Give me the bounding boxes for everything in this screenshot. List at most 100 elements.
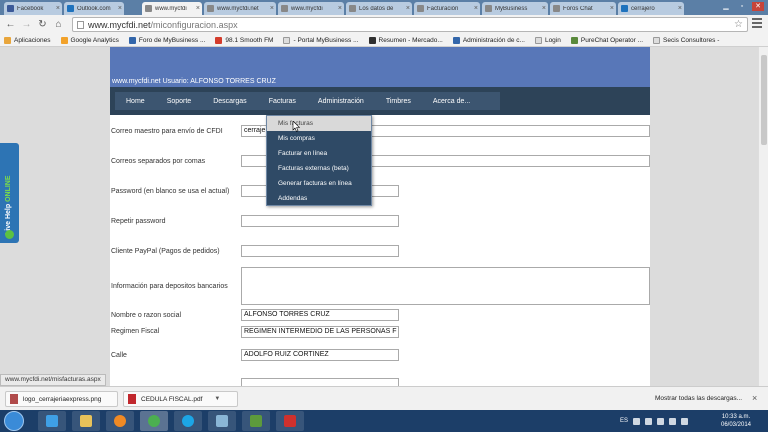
- volume-icon[interactable]: [681, 417, 689, 425]
- menu-facturar-en-linea[interactable]: Facturar en línea: [267, 146, 371, 161]
- browser-tab[interactable]: Facebook ×: [4, 2, 62, 15]
- site-header: www.mycfdi.net Usuario: ALFONSO TORRES C…: [110, 47, 650, 87]
- browser-tab[interactable]: www.mycfdi.net ×: [204, 2, 276, 15]
- menu-mis-facturas[interactable]: Mis facturas: [267, 116, 371, 131]
- close-downloads-icon[interactable]: ×: [752, 393, 757, 403]
- bookmark-item[interactable]: Foro de MyBusiness ...: [128, 36, 205, 44]
- browser-tab[interactable]: Los datos de ×: [346, 2, 412, 15]
- nav-soporte[interactable]: Soporte: [156, 98, 203, 105]
- taskbar-app[interactable]: [276, 411, 304, 431]
- calle-field[interactable]: ADOLFO RUIZ CORTINEZ: [241, 349, 399, 361]
- tab-close-icon[interactable]: ×: [194, 5, 202, 12]
- tab-title: www.mycfdi: [291, 5, 323, 12]
- tray-icon[interactable]: [633, 417, 641, 425]
- scroll-thumb[interactable]: [761, 55, 767, 145]
- menu-facturas-externas[interactable]: Facturas externas (beta): [267, 161, 371, 176]
- nav-timbres[interactable]: Timbres: [375, 98, 422, 105]
- bookmark-item[interactable]: Login: [534, 36, 561, 44]
- tab-close-icon[interactable]: ×: [608, 5, 616, 12]
- taskbar-app[interactable]: [38, 411, 66, 431]
- menu-generar-facturas[interactable]: Generar facturas en línea: [267, 176, 371, 191]
- browser-tab-active[interactable]: www.mycfdi ×: [142, 2, 202, 15]
- bookmark-item[interactable]: Google Analytics: [60, 36, 119, 44]
- home-icon[interactable]: ⌂: [52, 18, 65, 31]
- browser-tab[interactable]: Facturación ×: [414, 2, 480, 15]
- tab-close-icon[interactable]: ×: [676, 5, 684, 12]
- close-window-icon[interactable]: ✕: [752, 2, 764, 11]
- nav-administracion[interactable]: Administración: [307, 98, 375, 105]
- forward-icon[interactable]: →: [20, 18, 33, 31]
- analytics-icon: [60, 36, 68, 44]
- tab-close-icon[interactable]: ×: [268, 5, 276, 12]
- bookmark-item[interactable]: Aplicaciones: [4, 36, 51, 44]
- site-nav: Home Soporte Descargas Facturas Administ…: [110, 87, 650, 115]
- live-help-badge[interactable]: Live Help ONLINE: [0, 143, 19, 243]
- browser-toolbar: ← → ↻ ⌂ www.mycfdi.net/miconfiguracion.a…: [0, 15, 768, 34]
- tab-favicon: [7, 5, 14, 12]
- tab-close-icon[interactable]: ×: [472, 5, 480, 12]
- browser-tab[interactable]: www.mycfdi ×: [278, 2, 344, 15]
- menu-icon[interactable]: [752, 18, 762, 28]
- downloads-bar: logo_cerrajeriaexpress.png CEDULA FISCAL…: [0, 386, 768, 410]
- nav-home[interactable]: Home: [115, 98, 156, 105]
- flag-icon[interactable]: [657, 417, 665, 425]
- deposito-textarea[interactable]: [241, 267, 650, 305]
- tab-favicon: [349, 5, 356, 12]
- bookmark-item[interactable]: - Portal MyBusiness ...: [283, 36, 359, 44]
- tab-title: Foros Chat: [563, 5, 593, 12]
- start-button[interactable]: [4, 411, 24, 431]
- taskbar-app[interactable]: [242, 411, 270, 431]
- tab-close-icon[interactable]: ×: [54, 5, 62, 12]
- bookmark-star-icon[interactable]: ☆: [734, 19, 743, 30]
- chevron-down-icon[interactable]: ▼: [214, 396, 220, 402]
- minimize-icon[interactable]: ▁: [720, 2, 732, 11]
- tab-title: Outlook.com: [77, 5, 111, 12]
- maximize-icon[interactable]: ▫: [736, 2, 748, 11]
- browser-tab[interactable]: MyBusiness ×: [482, 2, 548, 15]
- download-item[interactable]: CEDULA FISCAL.pdf ▼: [123, 391, 238, 407]
- nav-facturas[interactable]: Facturas: [258, 98, 307, 105]
- bookmark-item[interactable]: Secis Consultores -: [653, 36, 719, 44]
- menu-mis-compras[interactable]: Mis compras: [267, 131, 371, 146]
- clock-time: 10:33 a.m.: [721, 414, 751, 420]
- next-field[interactable]: [241, 378, 399, 386]
- tab-favicon: [281, 5, 288, 12]
- repetir-password-field[interactable]: [241, 215, 399, 227]
- paypal-field[interactable]: [241, 245, 399, 257]
- reload-icon[interactable]: ↻: [36, 18, 49, 31]
- taskbar-app[interactable]: [174, 411, 202, 431]
- browser-tab[interactable]: cerrajero ×: [618, 2, 684, 15]
- page-scrollbar[interactable]: [758, 47, 768, 386]
- clock[interactable]: 10:33 a.m. 06/03/2014: [716, 413, 756, 429]
- language-indicator[interactable]: ES: [620, 418, 628, 424]
- taskbar-app[interactable]: [72, 411, 100, 431]
- bookmark-item[interactable]: PureChat Operator ...: [570, 36, 643, 44]
- regimen-fiscal-field[interactable]: REGIMEN INTERMEDIO DE LAS PERSONAS F: [241, 326, 399, 338]
- tab-close-icon[interactable]: ×: [336, 5, 344, 12]
- network-tray-icon[interactable]: [669, 417, 677, 425]
- tray-icon[interactable]: [645, 417, 653, 425]
- admin-icon: [452, 36, 460, 44]
- address-bar[interactable]: www.mycfdi.net/miconfiguracion.aspx ☆: [72, 17, 748, 32]
- tab-close-icon[interactable]: ×: [540, 5, 548, 12]
- bookmark-item[interactable]: 98.1 Smooth FM: [215, 36, 273, 44]
- menu-addendas[interactable]: Addendas: [267, 191, 371, 206]
- bookmark-item[interactable]: Resumen - Mercado...: [368, 36, 443, 44]
- taskbar-app[interactable]: [140, 411, 168, 431]
- tab-close-icon[interactable]: ×: [404, 5, 412, 12]
- taskbar-app[interactable]: [106, 411, 134, 431]
- back-icon[interactable]: ←: [4, 18, 17, 31]
- razon-social-field[interactable]: ALFONSO TORRES CRUZ: [241, 309, 399, 321]
- bookmark-item[interactable]: Administración de c...: [452, 36, 525, 44]
- regimen-fiscal-label: Regimen Fiscal: [111, 328, 160, 335]
- correos-label: Correos separados por comas: [111, 158, 206, 165]
- browser-tab[interactable]: Foros Chat ×: [550, 2, 616, 15]
- show-all-downloads-link[interactable]: Mostrar todas las descargas...: [655, 395, 742, 402]
- nav-descargas[interactable]: Descargas: [202, 98, 257, 105]
- tab-close-icon[interactable]: ×: [116, 5, 124, 12]
- taskbar-app[interactable]: [208, 411, 236, 431]
- bookmarks-bar: Aplicaciones Google Analytics Foro de My…: [0, 34, 768, 47]
- browser-tab[interactable]: Outlook.com ×: [64, 2, 124, 15]
- nav-acerca[interactable]: Acerca de...: [422, 98, 481, 105]
- download-item[interactable]: logo_cerrajeriaexpress.png: [5, 391, 118, 407]
